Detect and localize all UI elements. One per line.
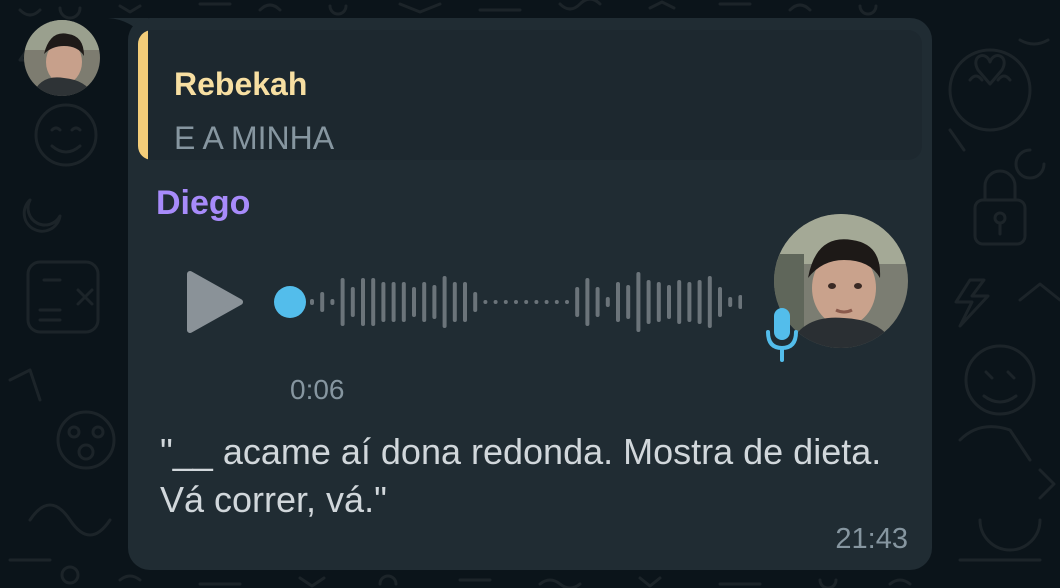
waveform-bar: [707, 276, 712, 328]
waveform-bar: [514, 300, 518, 304]
waveform-bar: [575, 287, 580, 317]
play-button[interactable]: [186, 270, 244, 334]
waveform-bar: [728, 297, 733, 307]
waveform-bar: [401, 282, 406, 322]
waveform-bar: [350, 287, 355, 317]
waveform-bar: [330, 299, 335, 305]
waveform-bar: [391, 282, 396, 322]
sender-avatar[interactable]: [24, 20, 100, 96]
message-author[interactable]: Diego: [156, 184, 250, 222]
waveform-bar: [452, 282, 457, 322]
reply-accent-bar: [138, 30, 148, 160]
voice-duration: 0:06: [290, 374, 345, 405]
waveform-bar: [381, 282, 386, 322]
waveform-bar: [656, 282, 661, 322]
message-bubble[interactable]: Rebekah E A MINHA Diego 0:06 "__ acame a…: [128, 18, 932, 570]
voice-waveform[interactable]: [272, 268, 742, 336]
waveform-bar: [524, 300, 529, 304]
waveform-bar: [646, 280, 651, 324]
waveform-bar: [442, 276, 447, 328]
waveform-bar: [412, 287, 416, 317]
waveform-bar: [697, 280, 702, 324]
waveform-bar: [371, 278, 376, 326]
reply-author: Rebekah: [174, 66, 308, 102]
waveform-bar: [544, 300, 549, 304]
waveform-bar: [422, 282, 427, 322]
waveform-bar: [667, 285, 671, 319]
waveform-bar: [718, 287, 722, 317]
transcript-text: "__ acame aí dona redonda. Mostra de die…: [160, 431, 882, 520]
waveform-bar: [483, 300, 488, 304]
play-icon: [187, 271, 243, 333]
waveform-bar: [636, 272, 641, 332]
waveform-bar: [677, 280, 682, 324]
reply-text: E A MINHA: [174, 120, 335, 156]
profile-photo-icon: [24, 20, 100, 96]
waveform-bar: [320, 292, 325, 312]
waveform-bar: [738, 295, 742, 309]
playback-position-handle[interactable]: [274, 286, 306, 318]
waveform-bar: [605, 297, 610, 307]
waveform-bar: [616, 282, 620, 322]
waveform-bar: [585, 278, 590, 326]
waveform-bar: [493, 300, 498, 304]
waveform-bar: [503, 300, 508, 304]
waveform-bar: [595, 287, 600, 317]
waveform-bar: [473, 292, 478, 312]
waveform-bar: [340, 278, 345, 326]
waveform-bar: [687, 282, 692, 322]
waveform-bar: [565, 300, 569, 304]
waveform-bar: [463, 282, 467, 322]
waveform-bar: [361, 278, 365, 326]
quoted-reply[interactable]: Rebekah E A MINHA: [138, 30, 922, 160]
waveform-bar: [310, 299, 314, 305]
waveform-bar: [626, 285, 631, 319]
microphone-icon: [764, 306, 800, 364]
waveform-bar: [554, 300, 559, 304]
waveform-bar: [432, 285, 437, 319]
message-timestamp: 21:43: [835, 523, 908, 555]
waveform-bar: [534, 300, 539, 304]
